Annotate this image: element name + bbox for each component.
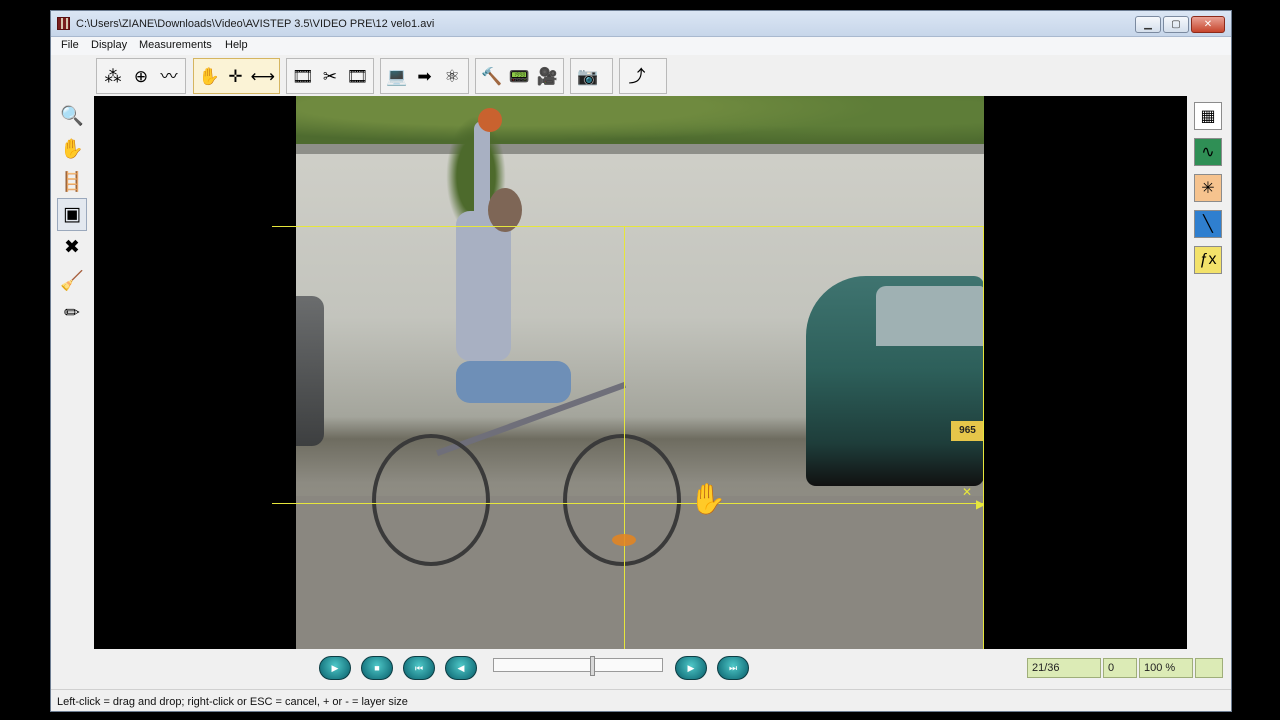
- eraser-icon[interactable]: 🧹: [57, 264, 87, 297]
- toolbar-group-capture: 📷: [570, 58, 613, 94]
- minimize-button[interactable]: ▁: [1135, 16, 1161, 33]
- tree-foliage: [296, 96, 984, 151]
- measuring-tape-icon[interactable]: 〰: [157, 63, 181, 89]
- scale-bar-icon[interactable]: ⟷: [251, 63, 275, 89]
- delete-point-icon[interactable]: ✖: [57, 231, 87, 264]
- parked-car-left: [296, 296, 324, 446]
- status-bar: Left-click = drag and drop; right-click …: [51, 689, 1231, 711]
- wall-top: [296, 144, 984, 154]
- value-display: 0: [1103, 658, 1137, 678]
- function-icon: ƒx: [1194, 246, 1222, 274]
- ruler-ladder-icon[interactable]: 🪜: [57, 165, 87, 198]
- table-icon: ▦: [1194, 102, 1222, 130]
- menu-measurements[interactable]: Measurements: [139, 39, 212, 51]
- cyclist-torso: [456, 211, 511, 361]
- film-join-icon[interactable]: 🎞: [346, 63, 369, 89]
- frame-slider[interactable]: [493, 656, 663, 676]
- stop-button[interactable]: ■: [361, 656, 393, 680]
- window-title: C:\Users\ZIANE\Downloads\Video\AVISTEP 3…: [76, 18, 435, 30]
- hand-tool-icon[interactable]: ✋: [57, 132, 87, 165]
- menu-display[interactable]: Display: [91, 39, 127, 51]
- zoom-display: 100 %: [1139, 658, 1193, 678]
- intersection-button[interactable]: ✳: [1192, 171, 1224, 205]
- curve-icon: ∿: [1194, 138, 1222, 166]
- scissors-icon[interactable]: ✂: [318, 63, 341, 89]
- menu-file[interactable]: File: [61, 39, 79, 51]
- intersection-icon: ✳: [1194, 174, 1222, 202]
- film-app-icon: [57, 17, 70, 30]
- last-frame-button[interactable]: ⏭: [717, 656, 749, 680]
- y-axis-line[interactable]: [624, 226, 625, 649]
- pencil-icon[interactable]: ✏: [57, 297, 87, 330]
- axes-icon[interactable]: ✛: [224, 63, 246, 89]
- right-toolbar: ▦ ∿ ✳ ╲ ƒx: [1192, 99, 1226, 279]
- zoom-icon[interactable]: 🔍: [57, 99, 87, 132]
- x-axis-line[interactable]: [296, 503, 984, 504]
- ball: [478, 108, 502, 132]
- video-frame[interactable]: 965 ✕ ▶ ✋: [296, 96, 984, 649]
- computer-icon[interactable]: 💻: [385, 63, 409, 89]
- x-axis-line-extension: [272, 503, 296, 504]
- top-toolbar: ⁂ ⊕ 〰 ✋ ✛ ⟷ 🎞 ✂ 🎞 💻 ➡ ⚛ 🔨 📟 🎥 📷 ⤴: [51, 57, 1231, 95]
- curve-button[interactable]: ∿: [1192, 135, 1224, 169]
- bicycle-rear-wheel: [372, 434, 490, 566]
- axis-end-cross-icon[interactable]: ✕: [962, 485, 972, 499]
- line-icon: ╲: [1194, 210, 1222, 238]
- hand-icon[interactable]: ✋: [198, 63, 220, 89]
- prev-frame-button[interactable]: ◀: [445, 656, 477, 680]
- toolbar-group-trajectory: ⤴: [619, 58, 667, 94]
- layer-icon[interactable]: ▣: [57, 198, 87, 231]
- frame-counter: 21/36: [1027, 658, 1101, 678]
- menu-help[interactable]: Help: [225, 39, 248, 51]
- bicycle-front-wheel: [563, 434, 681, 566]
- status-hint: Left-click = drag and drop; right-click …: [57, 696, 408, 708]
- first-frame-button[interactable]: ⏮: [403, 656, 435, 680]
- left-toolbar: 🔍 ✋ 🪜 ▣ ✖ 🧹 ✏: [57, 99, 89, 330]
- cyclist-legs: [456, 361, 571, 403]
- frame-slider-thumb[interactable]: [590, 656, 595, 676]
- tracked-point-marker: [612, 534, 636, 546]
- function-button[interactable]: ƒx: [1192, 243, 1224, 277]
- car-rear-window: [876, 286, 984, 346]
- play-button[interactable]: ▶: [319, 656, 351, 680]
- toolbar-group-points: ⁂ ⊕ 〰: [96, 58, 186, 94]
- toolbar-group-edit: 🎞 ✂ 🎞: [286, 58, 374, 94]
- hand-cursor-icon: ✋: [689, 483, 727, 516]
- photo-camera-icon[interactable]: 📷: [575, 63, 601, 89]
- video-viewport[interactable]: 965 ✕ ▶ ✋: [94, 96, 1187, 649]
- hammer-icon[interactable]: 🔨: [480, 63, 504, 89]
- app-window: C:\Users\ZIANE\Downloads\Video\AVISTEP 3…: [50, 10, 1232, 712]
- close-button[interactable]: ✕: [1191, 16, 1225, 33]
- film-strip-icon[interactable]: 🎞: [291, 63, 314, 89]
- line-button[interactable]: ╲: [1192, 207, 1224, 241]
- arrow-right-icon[interactable]: ➡: [413, 63, 437, 89]
- target-icon[interactable]: ⊕: [129, 63, 153, 89]
- playback-bar: ▶ ■ ⏮ ◀ ▶ ⏭ 21/36 0 100 %: [51, 654, 1231, 684]
- reference-top-line: [296, 226, 984, 227]
- table-button[interactable]: ▦: [1192, 99, 1224, 133]
- camera-tripod-icon[interactable]: 🎥: [535, 63, 559, 89]
- toolbar-group-export: 💻 ➡ ⚛: [380, 58, 469, 94]
- toolbar-group-origin: ✋ ✛ ⟷: [193, 58, 280, 94]
- reference-right-line: [983, 226, 984, 649]
- scatter-points-icon[interactable]: ⁂: [101, 63, 125, 89]
- title-bar: C:\Users\ZIANE\Downloads\Video\AVISTEP 3…: [51, 11, 1231, 37]
- menu-bar: File Display Measurements Help: [51, 37, 1231, 55]
- car-license-plate: 965: [951, 421, 984, 441]
- extra-display: [1195, 658, 1223, 678]
- maximize-button[interactable]: ▢: [1163, 16, 1189, 33]
- next-frame-button[interactable]: ▶: [675, 656, 707, 680]
- trajectory-icon[interactable]: ⤴: [624, 63, 650, 89]
- toolbar-group-tools: 🔨 📟 🎥: [475, 58, 564, 94]
- device-icon[interactable]: 📟: [508, 63, 532, 89]
- screen-background: C:\Users\ZIANE\Downloads\Video\AVISTEP 3…: [0, 0, 1280, 720]
- molecules-icon[interactable]: ⚛: [440, 63, 464, 89]
- reference-top-line-extension: [272, 226, 296, 227]
